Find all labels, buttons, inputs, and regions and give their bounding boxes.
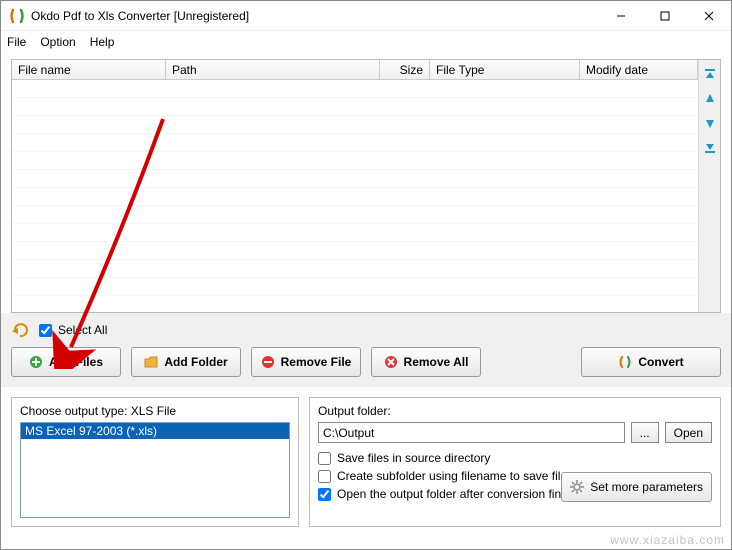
column-filename[interactable]: File name xyxy=(12,60,166,79)
toolbar-area: Select All Add Files Add Folder Remove F… xyxy=(1,313,731,387)
close-button[interactable] xyxy=(687,1,731,31)
output-type-selected[interactable]: MS Excel 97-2003 (*.xls) xyxy=(21,423,289,439)
select-all-checkbox[interactable] xyxy=(39,324,52,337)
output-folder-input[interactable] xyxy=(318,422,625,443)
reorder-arrows xyxy=(698,60,720,312)
open-after-checkbox[interactable] xyxy=(318,488,331,501)
title-bar: Okdo Pdf to Xls Converter [Unregistered] xyxy=(1,1,731,31)
more-params-wrap: Set more parameters xyxy=(561,472,712,502)
menu-help[interactable]: Help xyxy=(90,35,115,49)
file-list[interactable]: File name Path Size File Type Modify dat… xyxy=(12,60,698,312)
add-folder-label: Add Folder xyxy=(164,355,227,369)
minus-icon xyxy=(261,355,275,369)
output-type-panel: Choose output type: XLS File MS Excel 97… xyxy=(11,397,299,527)
remove-file-label: Remove File xyxy=(281,355,352,369)
move-top-icon[interactable] xyxy=(703,68,717,82)
column-filetype[interactable]: File Type xyxy=(430,60,580,79)
column-modify[interactable]: Modify date xyxy=(580,60,698,79)
folder-icon xyxy=(144,355,158,369)
add-files-button[interactable]: Add Files xyxy=(11,347,121,377)
add-files-label: Add Files xyxy=(49,355,103,369)
output-folder-caption: Output folder: xyxy=(318,404,712,418)
window-title: Okdo Pdf to Xls Converter [Unregistered] xyxy=(31,9,599,23)
undo-icon[interactable] xyxy=(11,321,29,339)
move-down-icon[interactable] xyxy=(703,116,717,130)
menu-option[interactable]: Option xyxy=(40,35,75,49)
bottom-panels: Choose output type: XLS File MS Excel 97… xyxy=(11,397,721,527)
move-up-icon[interactable] xyxy=(703,92,717,106)
convert-button[interactable]: Convert xyxy=(581,347,721,377)
add-folder-button[interactable]: Add Folder xyxy=(131,347,241,377)
save-in-source-checkbox[interactable] xyxy=(318,452,331,465)
remove-file-button[interactable]: Remove File xyxy=(251,347,361,377)
column-size[interactable]: Size xyxy=(380,60,430,79)
remove-all-label: Remove All xyxy=(404,355,469,369)
convert-label: Convert xyxy=(638,355,683,369)
gear-icon xyxy=(570,480,584,494)
minimize-button[interactable] xyxy=(599,1,643,31)
move-bottom-icon[interactable] xyxy=(703,140,717,154)
remove-all-button[interactable]: Remove All xyxy=(371,347,481,377)
select-all-row: Select All xyxy=(11,321,721,339)
create-subfolder-checkbox[interactable] xyxy=(318,470,331,483)
output-type-caption: Choose output type: XLS File xyxy=(20,404,290,418)
app-logo-icon xyxy=(9,8,25,24)
column-path[interactable]: Path xyxy=(166,60,380,79)
delete-icon xyxy=(384,355,398,369)
file-list-rows[interactable] xyxy=(12,80,698,312)
select-all-label: Select All xyxy=(58,323,107,337)
more-params-label: Set more parameters xyxy=(590,480,703,494)
output-folder-panel: Output folder: ... Open Save files in so… xyxy=(309,397,721,527)
maximize-button[interactable] xyxy=(643,1,687,31)
browse-button[interactable]: ... xyxy=(631,422,659,443)
set-more-params-button[interactable]: Set more parameters xyxy=(561,472,712,502)
save-in-source-label: Save files in source directory xyxy=(337,451,490,465)
menu-bar: File Option Help xyxy=(1,31,731,53)
create-subfolder-label: Create subfolder using filename to save … xyxy=(337,469,573,483)
watermark: www.xiazaiba.com xyxy=(610,533,725,547)
menu-file[interactable]: File xyxy=(7,35,26,49)
open-folder-button[interactable]: Open xyxy=(665,422,712,443)
convert-icon xyxy=(618,355,632,369)
file-list-panel: File name Path Size File Type Modify dat… xyxy=(11,59,721,313)
open-after-label: Open the output folder after conversion … xyxy=(337,487,590,501)
button-row: Add Files Add Folder Remove File Remove … xyxy=(11,347,721,377)
plus-icon xyxy=(29,355,43,369)
file-list-header: File name Path Size File Type Modify dat… xyxy=(12,60,698,80)
output-type-list[interactable]: MS Excel 97-2003 (*.xls) xyxy=(20,422,290,518)
